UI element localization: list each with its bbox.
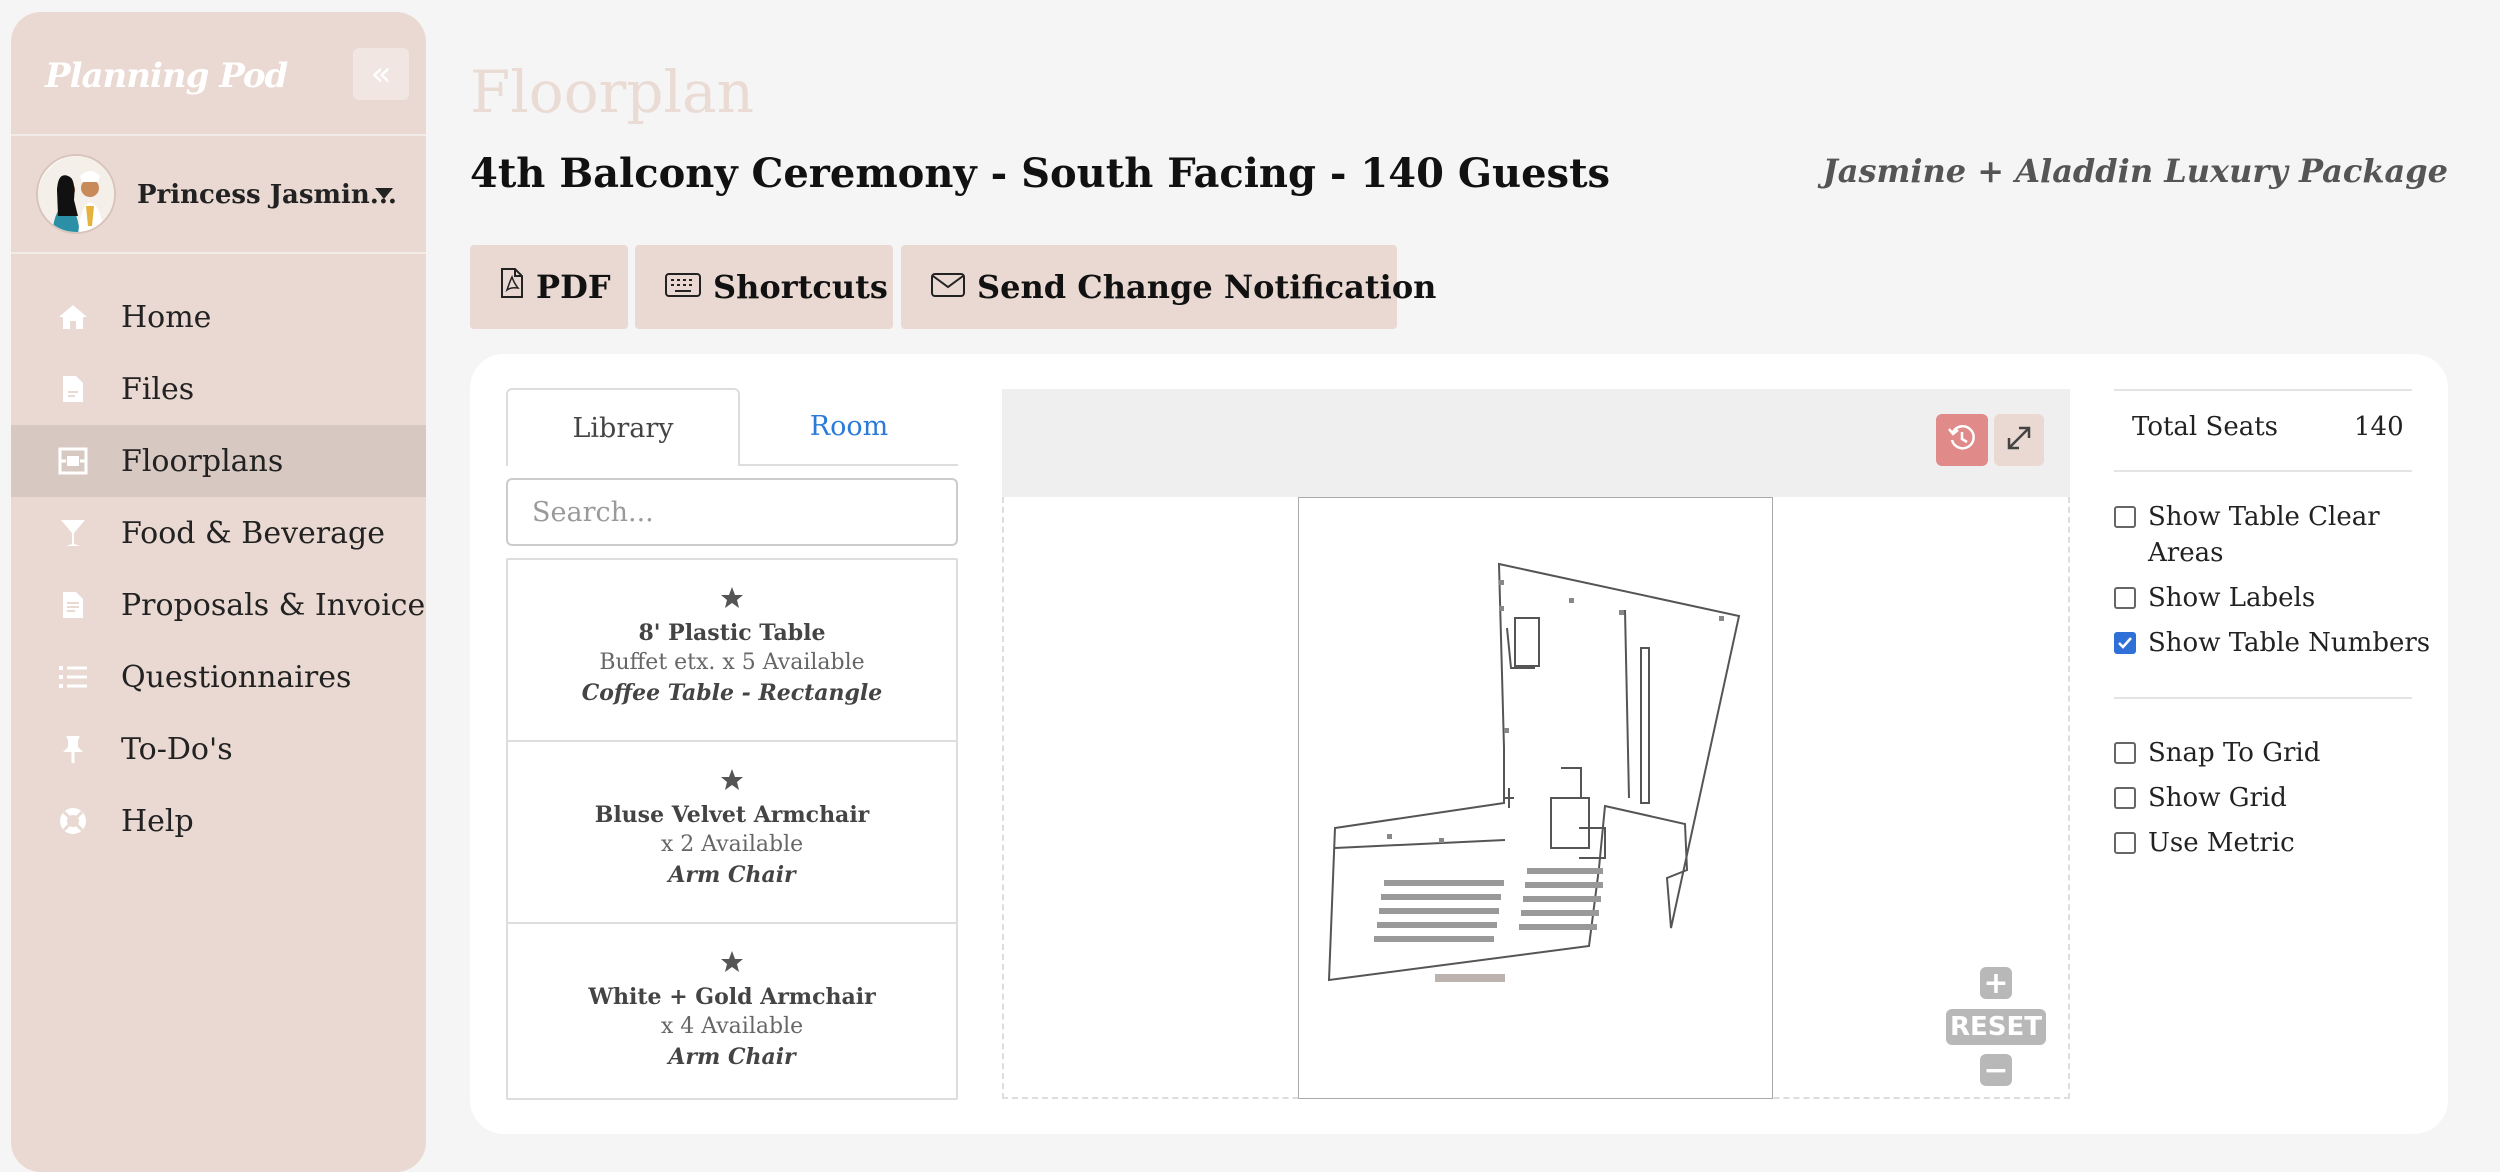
show-labels-checkbox[interactable] (2114, 587, 2136, 609)
library-item-name: White + Gold Armchair (588, 984, 876, 1010)
pdf-button[interactable]: PDF (470, 245, 628, 329)
show-table-clear-areas-option[interactable]: Show Table Clear Areas (2114, 499, 2434, 571)
library-item-type: Coffee Table - Rectangle (581, 680, 883, 706)
show-table-numbers-checkbox[interactable] (2114, 632, 2136, 654)
shortcuts-button-label: Shortcuts (713, 268, 888, 306)
send-change-notification-label: Send Change Notification (977, 268, 1437, 306)
library-item-availability: x 2 Available (660, 832, 804, 857)
event-package-name: Jasmine + Aladdin Luxury Package (1822, 152, 2448, 190)
option-label: Snap To Grid (2148, 738, 2321, 768)
option-label: Show Grid (2148, 783, 2287, 813)
library-item-availability: x 4 Available (660, 1014, 804, 1039)
sidebar-item-label: Help (121, 803, 194, 839)
library-item[interactable]: 8' Plastic Table Buffet etx. x 5 Availab… (508, 560, 956, 742)
library-item-type: Arm Chair (668, 862, 796, 888)
show-table-clear-areas-checkbox[interactable] (2114, 506, 2136, 528)
sidebar-item-floorplans[interactable]: Floorplans (11, 425, 426, 497)
sidebar-item-help[interactable]: Help (11, 785, 426, 857)
use-metric-option[interactable]: Use Metric (2114, 825, 2434, 861)
canvas-toolbar (1002, 389, 2070, 497)
zoom-in-button[interactable]: + (1980, 966, 2012, 1001)
divider (2114, 470, 2412, 472)
show-grid-option[interactable]: Show Grid (2114, 780, 2434, 816)
library-item[interactable]: White + Gold Armchair x 4 Available Arm … (508, 924, 956, 1098)
keyboard-icon (665, 268, 701, 306)
star-icon[interactable] (508, 950, 956, 974)
divider (2114, 697, 2412, 699)
star-icon[interactable] (508, 586, 956, 610)
snap-to-grid-option[interactable]: Snap To Grid (2114, 735, 2434, 771)
sidebar-item-todos[interactable]: To-Do's (11, 713, 426, 785)
lifebuoy-icon (57, 805, 89, 837)
option-label: Show Table Numbers (2148, 628, 2431, 658)
shortcuts-button[interactable]: Shortcuts (635, 245, 893, 329)
sidebar-item-label: Files (121, 371, 195, 407)
zoom-out-button[interactable]: − (1980, 1053, 2012, 1088)
option-label: Use Metric (2148, 828, 2295, 858)
cocktail-icon (57, 517, 89, 549)
floorplan-icon (57, 445, 89, 477)
pdf-file-icon (500, 267, 524, 307)
sidebar-item-proposals-invoices[interactable]: Proposals & Invoices (11, 569, 426, 641)
total-seats-value: 140 (2354, 412, 2404, 442)
page-title: Floorplan (470, 58, 754, 126)
pdf-button-label: PDF (536, 268, 611, 306)
sidebar-item-label: Home (121, 299, 212, 335)
library-item-availability: Buffet etx. x 5 Available (599, 650, 865, 675)
checkmark-icon (2118, 637, 2132, 649)
send-change-notification-button[interactable]: Send Change Notification (901, 245, 1436, 329)
total-seats-label: Total Seats (2132, 412, 2278, 442)
double-chevron-left-icon: « (370, 54, 392, 94)
history-icon (1947, 423, 1977, 457)
fullscreen-button[interactable] (1994, 414, 2044, 466)
snap-to-grid-checkbox[interactable] (2114, 742, 2136, 764)
sidebar-item-label: Questionnaires (121, 659, 352, 695)
avatar[interactable] (36, 154, 116, 234)
use-metric-checkbox[interactable] (2114, 832, 2136, 854)
floorplan-name: 4th Balcony Ceremony - South Facing - 14… (470, 150, 1611, 197)
sidebar-item-files[interactable]: Files (11, 353, 426, 425)
library-search-input[interactable] (506, 478, 958, 546)
invoice-icon (57, 589, 89, 621)
tab-library[interactable]: Library (506, 388, 740, 466)
sidebar: Planning Pod « Princess Jasmin... Home F… (11, 12, 426, 1172)
floorplan-drawing[interactable] (1298, 497, 1773, 1099)
sidebar-item-questionnaires[interactable]: Questionnaires (11, 641, 426, 713)
file-icon (57, 373, 89, 405)
tab-room[interactable]: Room (740, 388, 958, 466)
sidebar-item-label: Floorplans (121, 443, 284, 479)
library-item-name: 8' Plastic Table (638, 620, 826, 646)
sidebar-item-label: Food & Beverage (121, 515, 385, 551)
show-labels-option[interactable]: Show Labels (2114, 580, 2434, 616)
caret-down-icon[interactable] (375, 188, 393, 199)
library-item-name: Bluse Velvet Armchair (594, 802, 870, 828)
home-icon (57, 301, 89, 333)
show-grid-checkbox[interactable] (2114, 787, 2136, 809)
divider (11, 134, 426, 136)
star-icon[interactable] (508, 768, 956, 792)
brand-logo[interactable]: Planning Pod (45, 56, 288, 96)
envelope-icon (931, 268, 965, 306)
library-item-type: Arm Chair (668, 1044, 796, 1070)
option-label: Show Table Clear Areas (2148, 502, 2380, 568)
collapse-sidebar-button[interactable]: « (353, 48, 409, 100)
expand-icon (2005, 424, 2033, 456)
sidebar-item-home[interactable]: Home (11, 281, 426, 353)
library-item[interactable]: Bluse Velvet Armchair x 2 Available Arm … (508, 742, 956, 924)
library-tabs: Library Room (506, 388, 958, 466)
user-name[interactable]: Princess Jasmin... (137, 180, 397, 210)
divider (11, 252, 426, 254)
show-table-numbers-option[interactable]: Show Table Numbers (2114, 625, 2434, 661)
sidebar-item-food-beverage[interactable]: Food & Beverage (11, 497, 426, 569)
pin-icon (57, 733, 89, 765)
divider (2114, 389, 2412, 391)
history-button[interactable] (1936, 414, 1988, 466)
sidebar-item-label: Proposals & Invoices (121, 587, 426, 623)
library-item-list: 8' Plastic Table Buffet etx. x 5 Availab… (506, 558, 958, 1100)
sidebar-item-label: To-Do's (121, 731, 233, 767)
zoom-reset-button[interactable]: RESET (1946, 1009, 2046, 1045)
option-label: Show Labels (2148, 583, 2316, 613)
list-icon (57, 661, 89, 693)
